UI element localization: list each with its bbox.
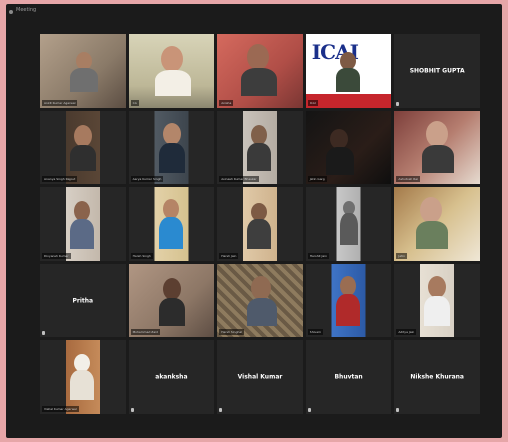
video-feed [217,34,303,108]
participant-tile[interactable]: Ananya Singh Rajput [40,110,126,185]
title-bar: Meeting [6,4,502,20]
participant-caption: Harsh Singh [130,252,153,259]
logo-red-band [305,93,392,108]
participant-caption: Jatin [396,252,408,259]
participant-caption: Ashutosh Rai [396,176,420,183]
video-feed [128,187,215,261]
participant-tile[interactable]: Ashutosh Rai [394,110,480,185]
video-feed [128,110,215,185]
participant-tile[interactable]: akanksha [128,340,215,414]
participant-tile[interactable]: Aditya Jain [394,263,480,338]
video-feed: ICAI [305,34,392,108]
participant-tile[interactable]: Harshit Jain [305,187,392,261]
participant-tile[interactable]: Harsh Singhal [217,263,303,338]
participant-tile[interactable]: Divyansh Kumar [40,187,126,261]
participant-tile[interactable]: Vishal Kumar [217,340,303,414]
participant-caption: Harsh Singhal [219,329,245,336]
video-feed [217,187,303,261]
participant-name: SHOBHIT GUPTA [409,67,465,75]
mic-icon [130,407,134,412]
video-feed [40,340,126,414]
participant-name: akanksha [155,373,188,381]
participant-tile[interactable]: Jatin [394,187,480,261]
video-feed [40,110,126,185]
participant-tile[interactable]: Harsh Singh [128,187,215,261]
participant-caption: Shivam [307,329,323,336]
participant-name: Bhuvtan [334,373,363,381]
participant-tile[interactable]: Avinash Kumar Bhaskar [217,110,303,185]
participant-caption: Harsh Jain [219,252,239,259]
participant-name: Pritha [72,297,94,305]
gallery-grid: Ankit Kumar Agarwal CA Anisha ICAI ICAI … [40,34,480,414]
participant-tile[interactable]: Harsh Jain [217,187,303,261]
video-feed [217,110,303,185]
participant-caption: Vishal Kumar Agarwal [42,405,79,412]
participant-name: Vishal Kumar [237,373,283,381]
participant-caption: Divyansh Kumar [42,252,71,259]
participant-caption: Harshit Jain [307,252,330,259]
participant-tile[interactable]: Shivam [305,263,392,338]
participant-tile[interactable]: SHOBHIT GUPTA [394,34,480,108]
mic-icon [396,101,400,106]
participant-caption: Aarya Kumar Singh [130,176,164,183]
mic-icon [219,407,223,412]
participant-tile[interactable]: Ankit Kumar Agarwal [40,34,126,108]
participant-tile[interactable]: Mohammad Zaid [128,263,215,338]
window-title: Meeting [16,7,37,13]
video-feed [40,34,126,108]
video-feed [40,187,126,261]
participant-caption: Mohammad Zaid [130,329,160,336]
participant-caption: Avinash Kumar Bhaskar [219,176,259,183]
video-feed [305,110,392,185]
participant-caption: Jatin Garg [307,176,327,183]
participant-caption: Ananya Singh Rajput [42,176,78,183]
participant-tile[interactable]: Anisha [217,34,303,108]
video-feed [217,263,303,338]
participant-tile[interactable]: Aarya Kumar Singh [128,110,215,185]
participant-tile[interactable]: Vishal Kumar Agarwal [40,340,126,414]
video-feed [394,187,480,261]
window-dot-icon [9,10,13,14]
mic-icon [42,331,45,336]
video-feed [305,263,392,338]
participant-tile[interactable]: Jatin Garg [305,110,392,185]
participant-tile[interactable]: Pritha [40,263,126,338]
video-feed [128,263,215,338]
video-feed [394,110,480,185]
participant-name: Nikshe Khurana [410,373,464,381]
participant-tile-active[interactable]: CA [128,34,215,108]
participant-tile[interactable]: ICAI ICAI [305,34,392,108]
participant-caption: Ankit Kumar Agarwal [42,99,78,106]
video-feed [305,187,392,261]
participant-caption: Aditya Jain [396,329,417,336]
participant-caption: CA [130,99,139,106]
participant-caption: ICAI [307,99,318,106]
participant-tile[interactable]: Bhuvtan [305,340,392,414]
meeting-window: Meeting Ankit Kumar Agarwal CA Anisha IC… [6,4,502,438]
participant-tile[interactable]: Nikshe Khurana [394,340,480,414]
mic-icon [396,407,400,412]
video-feed [394,263,480,338]
video-feed [128,34,215,108]
mic-icon [307,407,311,412]
participant-caption: Anisha [219,99,234,106]
